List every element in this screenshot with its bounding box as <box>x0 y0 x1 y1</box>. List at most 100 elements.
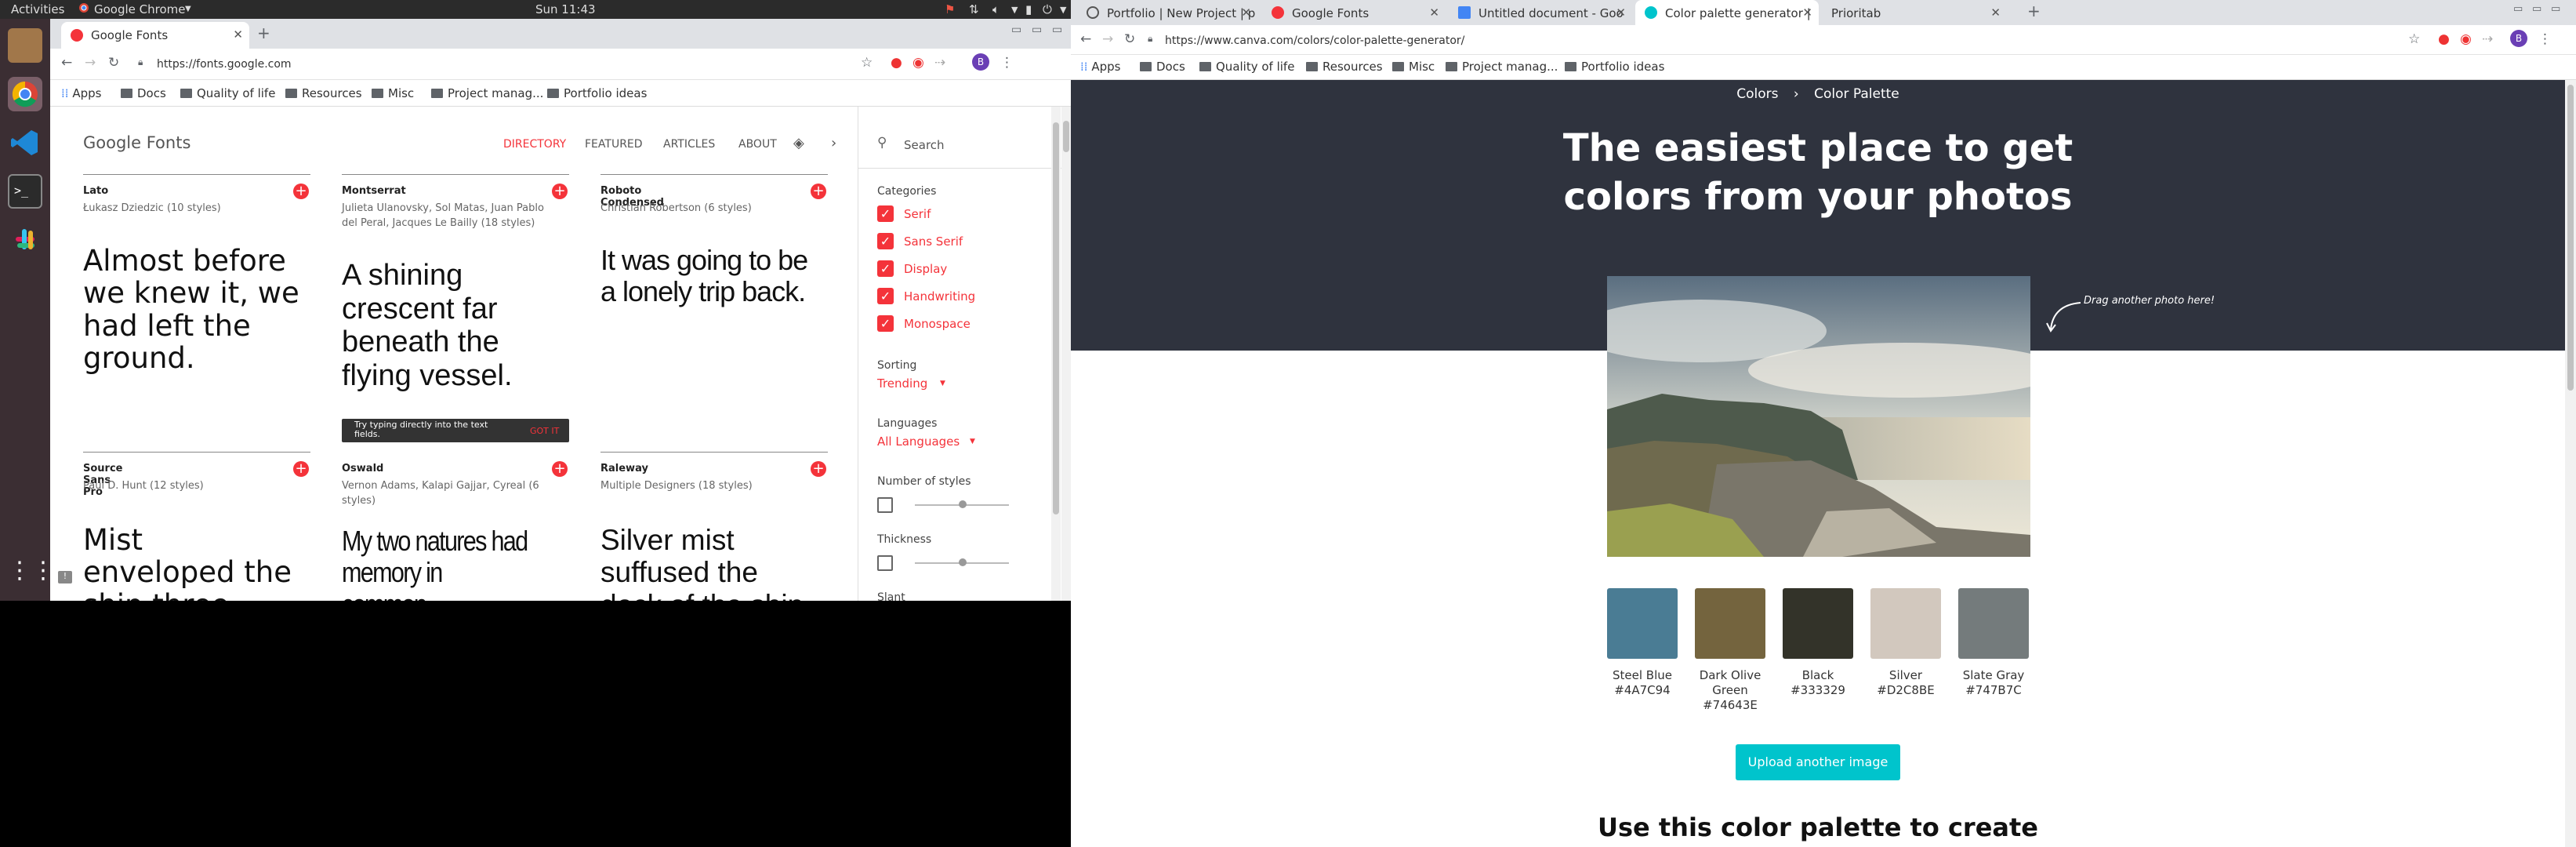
files-icon[interactable] <box>8 28 42 63</box>
font-sample-text[interactable]: My two natures had memory in common. <box>342 525 535 601</box>
minimize-icon[interactable]: ▭ <box>1011 24 1021 36</box>
bookmark-quality-of-life[interactable]: Quality of life <box>1199 60 1294 74</box>
breadcrumb-colors[interactable]: Colors <box>1736 86 1778 102</box>
tab-prioritab[interactable]: Prioritab ✕ <box>1822 0 2007 27</box>
swatch-steel-blue[interactable] <box>1607 588 1678 659</box>
extension-icon[interactable]: ● <box>891 55 902 71</box>
checkbox-monospace[interactable]: ✓ <box>877 315 894 332</box>
extension-icon[interactable]: ⇢ <box>2482 31 2493 47</box>
category-display[interactable]: Display <box>904 262 947 276</box>
power-icon[interactable]: ⏻ <box>1043 2 1052 16</box>
bookmark-docs[interactable]: Docs <box>1140 60 1185 74</box>
volume-icon[interactable]: 🔈︎ <box>992 2 1000 16</box>
address-bar[interactable]: https://www.canva.com/colors/color-palet… <box>1137 30 2391 52</box>
app-menu[interactable]: Google Chrome <box>94 2 186 16</box>
uploaded-photo[interactable] <box>1607 276 2030 557</box>
checkbox-serif[interactable]: ✓ <box>877 205 894 222</box>
scrollbar-thumb[interactable] <box>1063 121 1069 152</box>
font-sample-text[interactable]: Almost before we knew it, we had left th… <box>83 245 303 375</box>
paint-bucket-icon[interactable]: ◈ <box>793 135 804 151</box>
maximize-icon[interactable]: ▭ <box>2532 3 2542 15</box>
tab-portfolio[interactable]: Portfolio | New Project | p ✕ <box>1077 0 1257 27</box>
bookmark-portfolio-ideas[interactable]: Portfolio ideas <box>1565 60 1664 74</box>
slack-icon[interactable] <box>8 223 42 257</box>
close-icon[interactable]: ✕ <box>1429 5 1439 20</box>
category-handwriting[interactable]: Handwriting <box>904 289 975 304</box>
address-bar[interactable]: https://fonts.google.com <box>129 53 912 75</box>
sorting-select[interactable]: Trending <box>877 376 927 391</box>
swatch-silver[interactable] <box>1870 588 1941 659</box>
maximize-icon[interactable]: ▭ <box>1032 24 1042 36</box>
font-sample-text[interactable]: Silver mist suffused the deck of the shi… <box>600 524 820 601</box>
bookmark-project-manag[interactable]: Project manag... <box>1446 60 1558 74</box>
tab-google-fonts[interactable]: Google Fonts ✕ <box>1262 0 1446 27</box>
bookmark-resources[interactable]: Resources <box>1306 60 1383 74</box>
font-sample-text[interactable]: Mist enveloped the ship three hours out … <box>83 524 303 601</box>
extension-icon[interactable]: ◉ <box>2460 31 2472 47</box>
battery-icon[interactable]: ▮ <box>1025 2 1032 16</box>
forward-icon[interactable]: → <box>85 55 96 71</box>
notification-icon[interactable]: ⚑ <box>945 2 955 16</box>
tab-google-docs[interactable]: Untitled document - Goo ✕ <box>1449 0 1632 27</box>
bookmark-quality-of-life[interactable]: Quality of life <box>180 86 275 100</box>
swatch-dark-olive-green[interactable] <box>1695 588 1765 659</box>
category-sans-serif[interactable]: Sans Serif <box>904 234 963 249</box>
avatar[interactable]: B <box>2510 30 2527 47</box>
menu-kebab-icon[interactable]: ⋮ <box>1000 55 1014 71</box>
swatch-slate-gray[interactable] <box>1958 588 2029 659</box>
close-icon[interactable]: ✕ <box>1616 5 1626 20</box>
swatch-black[interactable] <box>1783 588 1853 659</box>
checkbox-handwriting[interactable]: ✓ <box>877 288 894 304</box>
search-input[interactable]: Search <box>904 138 945 152</box>
activities-button[interactable]: Activities <box>11 2 64 16</box>
clock[interactable]: Sun 11:43 <box>535 2 596 16</box>
nav-directory[interactable]: DIRECTORY <box>503 138 566 151</box>
vscode-icon[interactable] <box>8 125 42 160</box>
nav-about[interactable]: ABOUT <box>738 138 777 151</box>
bookmark-project-manag[interactable]: Project manag... <box>431 86 543 100</box>
tab-google-fonts[interactable]: Google Fonts ✕ <box>61 22 249 49</box>
checkbox-sans-serif[interactable]: ✓ <box>877 233 894 249</box>
category-serif[interactable]: Serif <box>904 207 931 221</box>
nav-articles[interactable]: ARTICLES <box>663 138 715 151</box>
bookmark-resources[interactable]: Resources <box>285 86 362 100</box>
back-icon[interactable]: ← <box>61 55 72 71</box>
show-apps-icon[interactable]: ⋮⋮ <box>8 557 55 591</box>
page-scrollbar[interactable] <box>2565 80 2576 847</box>
languages-select[interactable]: All Languages <box>877 434 960 449</box>
close-icon[interactable]: ✕ <box>1241 5 1251 20</box>
add-font-icon[interactable]: + <box>552 461 568 477</box>
bookmark-apps[interactable]: ⁞⁞ Apps <box>1080 60 1120 74</box>
back-icon[interactable]: ← <box>1080 31 1091 47</box>
scrollbar[interactable] <box>1051 107 1061 601</box>
bookmark-star-icon[interactable]: ☆ <box>2408 31 2420 47</box>
add-font-icon[interactable]: + <box>293 184 309 199</box>
bookmark-apps[interactable]: ⁞⁞ Apps <box>61 86 101 100</box>
scrollbar-thumb[interactable] <box>2567 85 2574 391</box>
nav-featured[interactable]: FEATURED <box>585 138 643 151</box>
extension-icon[interactable]: ◉ <box>912 55 924 71</box>
font-sample-text[interactable]: It was going to be a lonely trip back. <box>600 244 828 308</box>
bookmark-misc[interactable]: Misc <box>372 86 414 100</box>
font-sample-text[interactable]: A shining crescent far beneath the flyin… <box>342 259 561 392</box>
new-tab-icon[interactable]: + <box>257 24 270 42</box>
minimize-icon[interactable]: ▭ <box>2513 3 2523 15</box>
network-icon[interactable]: ⇅ <box>969 2 979 16</box>
styles-checkbox[interactable] <box>877 497 893 513</box>
tooltip-got-it-button[interactable]: GOT IT <box>530 426 559 436</box>
add-font-icon[interactable]: + <box>293 461 309 477</box>
add-font-icon[interactable]: + <box>811 461 826 477</box>
close-icon[interactable]: ✕ <box>1990 5 2001 20</box>
bookmark-misc[interactable]: Misc <box>1392 60 1435 74</box>
checkbox-display[interactable]: ✓ <box>877 260 894 277</box>
avatar[interactable]: B <box>972 53 989 71</box>
category-monospace[interactable]: Monospace <box>904 317 971 331</box>
terminal-icon[interactable]: >_ <box>8 174 42 209</box>
reload-icon[interactable]: ↻ <box>1124 31 1135 47</box>
google-fonts-logo[interactable]: Google Fonts <box>83 133 190 152</box>
reload-icon[interactable]: ↻ <box>108 55 119 71</box>
chevron-right-icon[interactable]: › <box>831 135 836 151</box>
slider-handle[interactable] <box>959 500 967 508</box>
window-close-icon[interactable]: ▭ <box>1052 24 1062 36</box>
menu-kebab-icon[interactable]: ⋮ <box>2538 31 2552 47</box>
